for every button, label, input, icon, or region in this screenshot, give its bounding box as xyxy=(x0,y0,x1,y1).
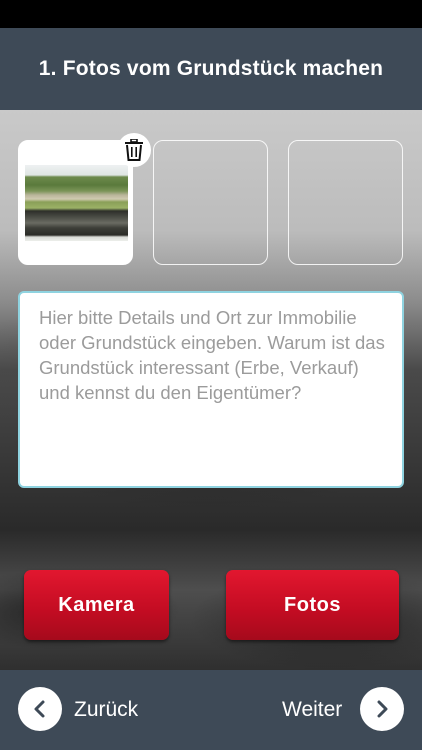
details-textarea[interactable] xyxy=(39,305,390,474)
camera-button-label: Kamera xyxy=(58,593,135,616)
footer-nav: Zurück Weiter xyxy=(0,670,422,750)
trash-icon xyxy=(125,139,143,161)
photo-slot-1[interactable] xyxy=(18,133,151,265)
back-button[interactable] xyxy=(18,687,62,731)
camera-button[interactable]: Kamera xyxy=(24,570,169,640)
back-label[interactable]: Zurück xyxy=(74,698,138,722)
next-button[interactable] xyxy=(360,687,404,731)
photos-button-label: Fotos xyxy=(284,593,341,616)
page-title: 1. Fotos vom Grundstück machen xyxy=(38,57,384,80)
status-bar xyxy=(0,0,422,28)
header-bar: 1. Fotos vom Grundstück machen xyxy=(0,28,422,110)
delete-photo-button[interactable] xyxy=(117,133,151,167)
photo-slot-3[interactable] xyxy=(288,140,403,265)
photo-slot-2[interactable] xyxy=(153,140,268,265)
property-photo-thumbnail[interactable] xyxy=(25,165,128,241)
details-field[interactable] xyxy=(18,291,404,488)
next-label[interactable]: Weiter xyxy=(282,698,342,722)
chevron-left-icon xyxy=(34,700,45,718)
chevron-right-icon xyxy=(377,700,388,718)
main-content: Kamera Fotos xyxy=(0,110,422,670)
photos-button[interactable]: Fotos xyxy=(226,570,399,640)
